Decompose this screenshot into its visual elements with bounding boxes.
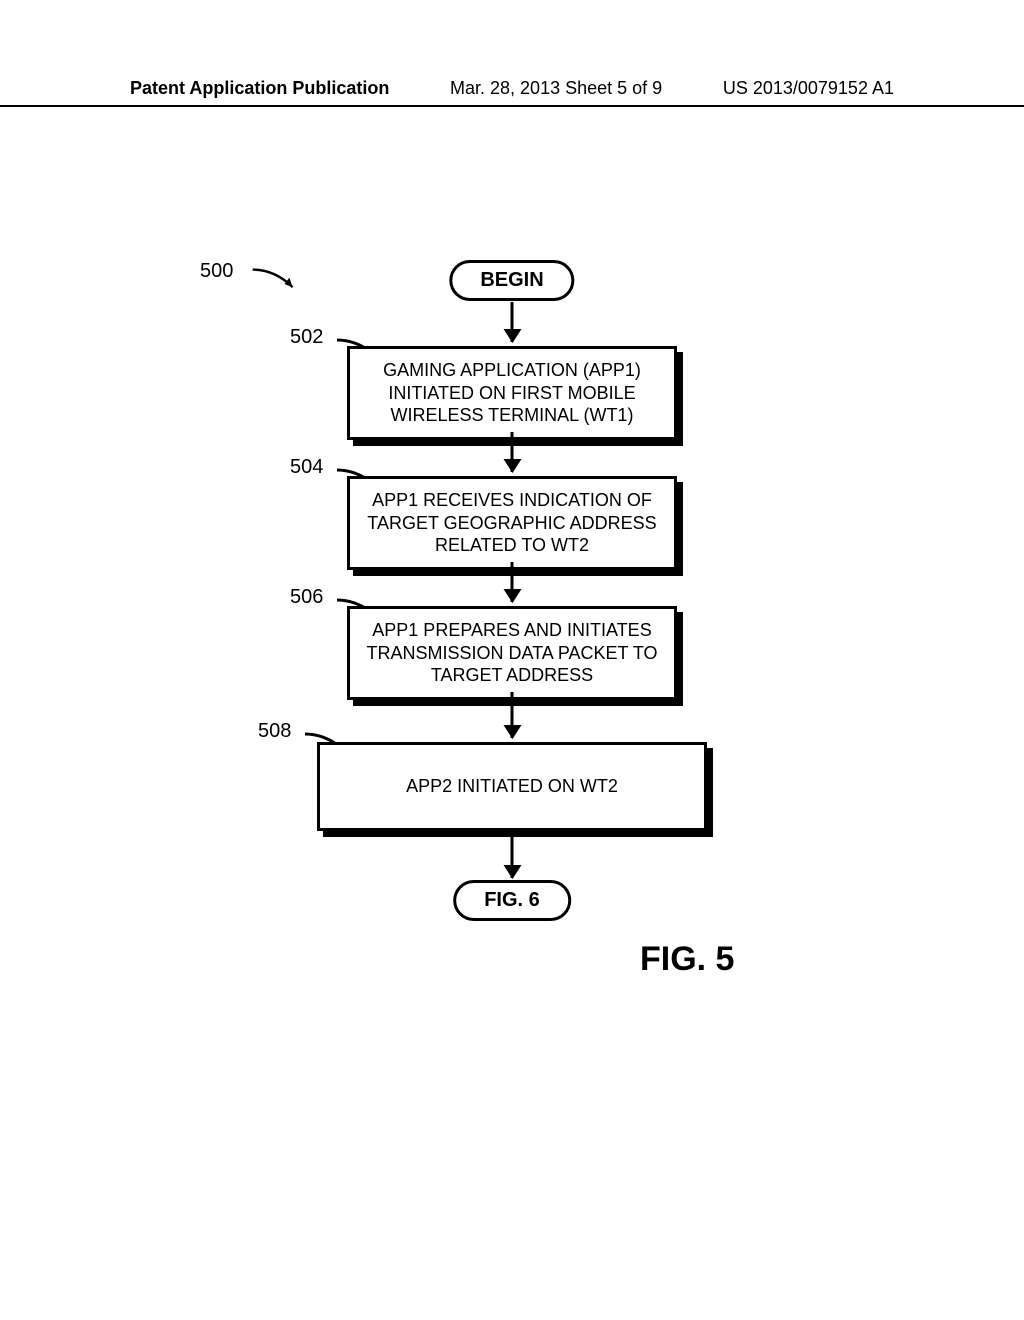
arrow-begin-502 xyxy=(511,302,514,342)
box-506: APP1 PREPARES AND INITIATES TRANSMISSION… xyxy=(347,606,677,700)
arrow-506-508 xyxy=(511,692,514,738)
box-504: APP1 RECEIVES INDICATION OF TARGET GEOGR… xyxy=(347,476,677,570)
header-left: Patent Application Publication xyxy=(130,78,389,99)
header-center: Mar. 28, 2013 Sheet 5 of 9 xyxy=(450,78,662,99)
header-right: US 2013/0079152 A1 xyxy=(723,78,894,99)
ref-500-arrow xyxy=(245,268,305,292)
page-header: Patent Application Publication Mar. 28, … xyxy=(0,78,1024,107)
ref-508: 508 xyxy=(258,720,291,743)
box-508: APP2 INITIATED ON WT2 xyxy=(317,742,707,831)
ref-500: 500 xyxy=(200,260,233,283)
box-506-text: APP1 PREPARES AND INITIATES TRANSMISSION… xyxy=(347,606,677,700)
box-504-text: APP1 RECEIVES INDICATION OF TARGET GEOGR… xyxy=(347,476,677,570)
arrow-508-end xyxy=(511,834,514,878)
figure-caption: FIG. 5 xyxy=(640,940,734,979)
terminator-end: FIG. 6 xyxy=(453,880,571,921)
box-502-text: GAMING APPLICATION (APP1) INITIATED ON F… xyxy=(347,346,677,440)
ref-506: 506 xyxy=(290,586,323,609)
terminator-begin: BEGIN xyxy=(449,260,574,301)
ref-504: 504 xyxy=(290,456,323,479)
ref-502: 502 xyxy=(290,326,323,349)
arrow-502-504 xyxy=(511,432,514,472)
arrow-504-506 xyxy=(511,562,514,602)
box-508-text: APP2 INITIATED ON WT2 xyxy=(317,742,707,831)
box-502: GAMING APPLICATION (APP1) INITIATED ON F… xyxy=(347,346,677,440)
